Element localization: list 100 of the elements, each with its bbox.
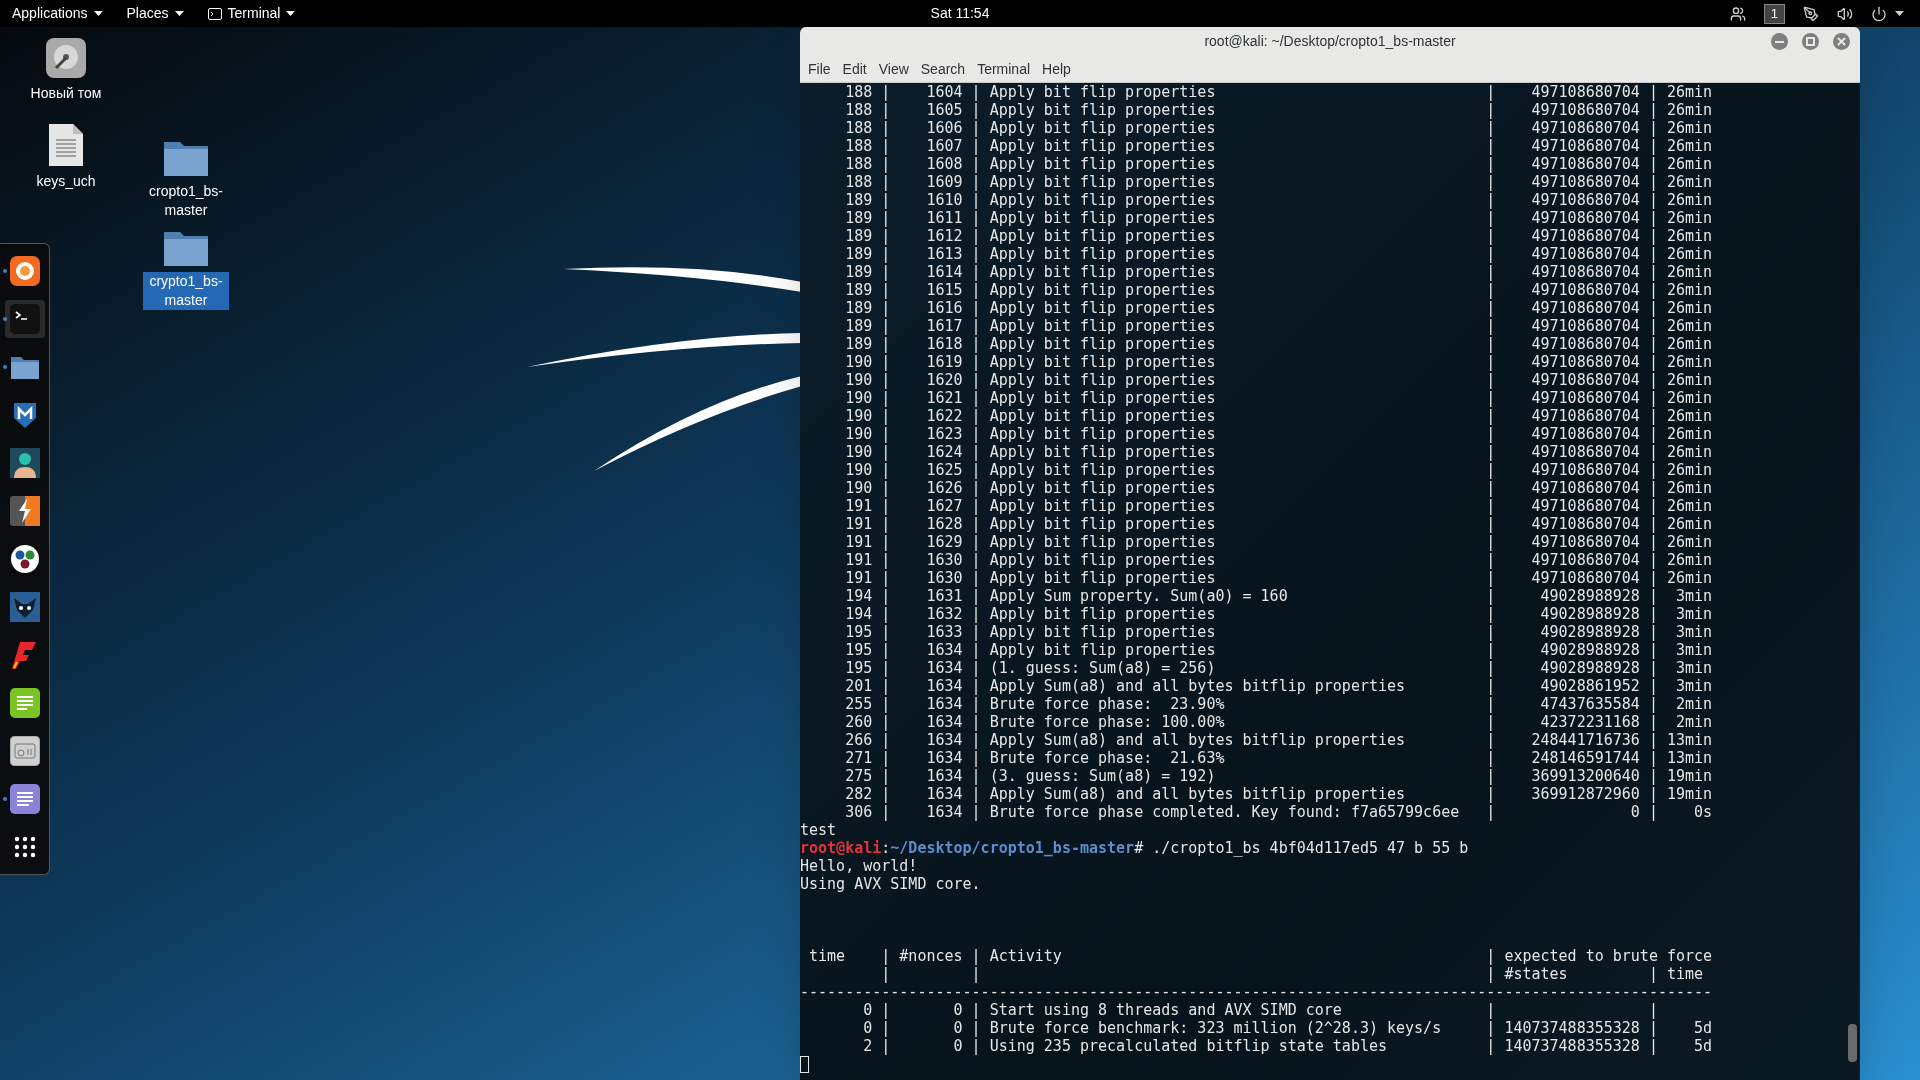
caret-icon [174,11,184,16]
menu-item[interactable]: Terminal [971,56,1037,82]
terminal-line: 282 | 1634 | Apply Sum(a8) and all bytes bitflip properties | 369912872960 | 19min [844,785,1713,803]
terminal-line: 188 | 1605 | Apply bit flip properties | 497108680704 | 26min [844,101,1713,119]
document-icon [9,784,40,814]
terminal-line: 188 | 1606 | Apply bit flip properties | 497108680704 | 26min [844,119,1713,137]
top-menu[interactable]: Applications [0,0,115,27]
terminal-line: 191 | 1630 | Apply bit flip properties | 497108680704 | 26min [844,551,1713,569]
terminal-line: 189 | 1612 | Apply bit flip properties | 497108680704 | 26min [844,227,1713,245]
terminal-line: 190 | 1623 | Apply bit flip properties | 497108680704 | 26min [844,425,1713,443]
terminal-line: 189 | 1615 | Apply bit flip properties | 497108680704 | 26min [844,281,1713,299]
lightning-icon [9,496,40,526]
desktop-icon[interactable]: cropto1_bs-master [140,138,232,220]
terminal-line: | | | #states | time [880,965,1704,983]
terminal-line: 190 | 1620 | Apply bit flip properties | 497108680704 | 26min [844,371,1713,389]
caret-icon [93,11,103,16]
power-icon[interactable] [1871,5,1887,22]
emblem-icon [9,592,40,622]
desktop-icon[interactable]: keys_uch [20,122,112,191]
terminal-line: ----------------------------------------------------------------------------------------------------- [800,983,1713,1001]
terminal-line: 189 | 1618 | Apply bit flip properties | 497108680704 | 26min [844,335,1713,353]
terminal-line: 190 | 1626 | Apply bit flip properties | 497108680704 | 26min [844,479,1713,497]
terminal-line: 189 | 1616 | Apply bit flip properties | 497108680704 | 26min [844,299,1713,317]
desktop-icon-label: crypto1_bs-master [143,272,229,310]
terminal-line: test [800,821,837,839]
menu-item[interactable]: Search [914,56,972,82]
desktop-icon[interactable]: crypto1_bs-master [140,228,232,310]
terminal-line: 195 | 1634 | Apply bit flip properties | 49028988928 | 3min [844,641,1713,659]
terminal-line: 190 | 1624 | Apply bit flip properties | 497108680704 | 26min [844,443,1713,461]
window-title: root@kali: ~/Desktop/cropto1_bs-master [1204,32,1456,51]
drive-icon [44,36,88,80]
terminal-line: 191 | 1627 | Apply bit flip properties | 497108680704 | 26min [844,497,1713,515]
terminal-line: 189 | 1614 | Apply bit flip properties | 497108680704 | 26min [844,263,1713,281]
terminal-line: 189 | 1611 | Apply bit flip properties | 497108680704 | 26min [844,209,1713,227]
terminal-line: 306 | 1634 | Brute force phase completed. Key found: f7a65799c6ee | 0 | 0s [844,803,1713,821]
terminal-line: 188 | 1607 | Apply bit flip properties | 497108680704 | 26min [844,137,1713,155]
clock[interactable]: Sat 11:54 [930,3,990,24]
terminal-icon [9,304,40,334]
dots-circle-icon [9,544,40,574]
caret-icon [286,11,296,16]
person-icon [9,448,40,478]
desktop-icon-label: keys_uch [35,172,97,191]
terminal-line: 266 | 1634 | Apply Sum(a8) and all bytes bitflip properties | 248441716736 | 13min [844,731,1713,749]
terminal-line: 195 | 1634 | (1. guess: Sum(a8) = 256) | 49028988928 | 3min [844,659,1713,677]
terminal-line: 190 | 1622 | Apply bit flip properties | 497108680704 | 26min [844,407,1713,425]
notes-icon [9,688,40,718]
terminal-line: 255 | 1634 | Brute force phase: 23.90% | 47437635584 | 2min [844,695,1713,713]
close-button[interactable] [1833,33,1850,50]
prompt-separator: : [881,839,891,857]
terminal-line: 188 | 1608 | Apply bit flip properties | 497108680704 | 26min [844,155,1713,173]
radio-icon [9,736,40,766]
terminal-line: 189 | 1617 | Apply bit flip properties | 497108680704 | 26min [844,317,1713,335]
pen-icon[interactable] [1803,5,1819,22]
terminal-line: 191 | 1630 | Apply bit flip properties | 497108680704 | 26min [844,569,1713,587]
terminal-line: 188 | 1609 | Apply bit flip properties | 497108680704 | 26min [844,173,1713,191]
menu-item[interactable]: Edit [836,56,873,82]
terminal-line: 260 | 1634 | Brute force phase: 100.00% | 42372231168 | 2min [844,713,1713,731]
volume-icon[interactable] [1837,5,1853,22]
minimize-button[interactable] [1771,33,1788,50]
prompt-path: ~/Desktop/cropto1_bs-master [890,839,1135,857]
terminal-line: 0 | 0 | Brute force benchmark: 323 million (2^28.3) keys/s | 140737488355328 | 5d [862,1019,1713,1037]
desktop-icon-label: Новый том [29,84,103,103]
text-cursor [800,1055,809,1073]
desktop-icon[interactable]: Новый том [20,36,112,103]
terminal-icon [207,7,222,20]
top-menu[interactable]: Places [114,0,196,27]
maximize-icon [1806,37,1815,46]
terminal-line: 194 | 1632 | Apply bit flip properties | 49028988928 | 3min [844,605,1713,623]
terminal-line: 188 | 1604 | Apply bit flip properties | 497108680704 | 26min [844,83,1713,101]
terminal-line: 189 | 1613 | Apply bit flip properties | 497108680704 | 26min [844,245,1713,263]
terminal-line: 275 | 1634 | (3. guess: Sum(a8) = 192) | 369913200640 | 19min [844,767,1713,785]
prompt-user: root@kali [800,839,882,857]
terminal-line: 191 | 1629 | Apply bit flip properties | 497108680704 | 26min [844,533,1713,551]
terminal-line: 190 | 1619 | Apply bit flip properties | 497108680704 | 26min [844,353,1713,371]
terminal-line: 190 | 1621 | Apply bit flip properties | 497108680704 | 26min [844,389,1713,407]
menu-item[interactable]: File [802,56,837,82]
terminal-line: Hello, world! [800,857,918,875]
close-icon [1837,37,1846,46]
terminal-line: 189 | 1610 | Apply bit flip properties | 497108680704 | 26min [844,191,1713,209]
document-icon [47,122,85,168]
terminal-line: 191 | 1628 | Apply bit flip properties | 497108680704 | 26min [844,515,1713,533]
terminal-line: 194 | 1631 | Apply Sum property. Sum(a0) = 160 | 49028988928 | 3min [844,587,1713,605]
terminal-line: time | #nonces | Activity | expected to brute force [808,947,1713,965]
menu-item[interactable]: View [872,56,915,82]
workspace-indicator[interactable]: 1 [1763,3,1785,24]
menu-item[interactable]: Help [1036,56,1077,82]
people-icon[interactable] [1729,5,1746,22]
terminal-line: 195 | 1633 | Apply bit flip properties | 49028988928 | 3min [844,623,1713,641]
terminal-line: 0 | 0 | Start using 8 threads and AVX SIMD core | | [862,1001,1658,1019]
command-text: # ./cropto1_bs 4bf04d117ed5 47 b 55 b [1134,839,1469,857]
scrollbar-thumb[interactable] [1848,1024,1857,1062]
desktop-icon-label: cropto1_bs-master [148,182,224,220]
top-menu[interactable]: Terminal [195,0,308,27]
minimize-icon [1775,40,1784,43]
terminal-line: 2 | 0 | Using 235 precalculated bitflip state tables | 140737488355328 | 5d [862,1037,1713,1055]
browser-icon [9,256,40,286]
caret-icon [1895,11,1904,16]
terminal-line: 190 | 1625 | Apply bit flip properties | 497108680704 | 26min [844,461,1713,479]
maximize-button[interactable] [1802,33,1819,50]
terminal-line: Using AVX SIMD core. [800,875,981,893]
